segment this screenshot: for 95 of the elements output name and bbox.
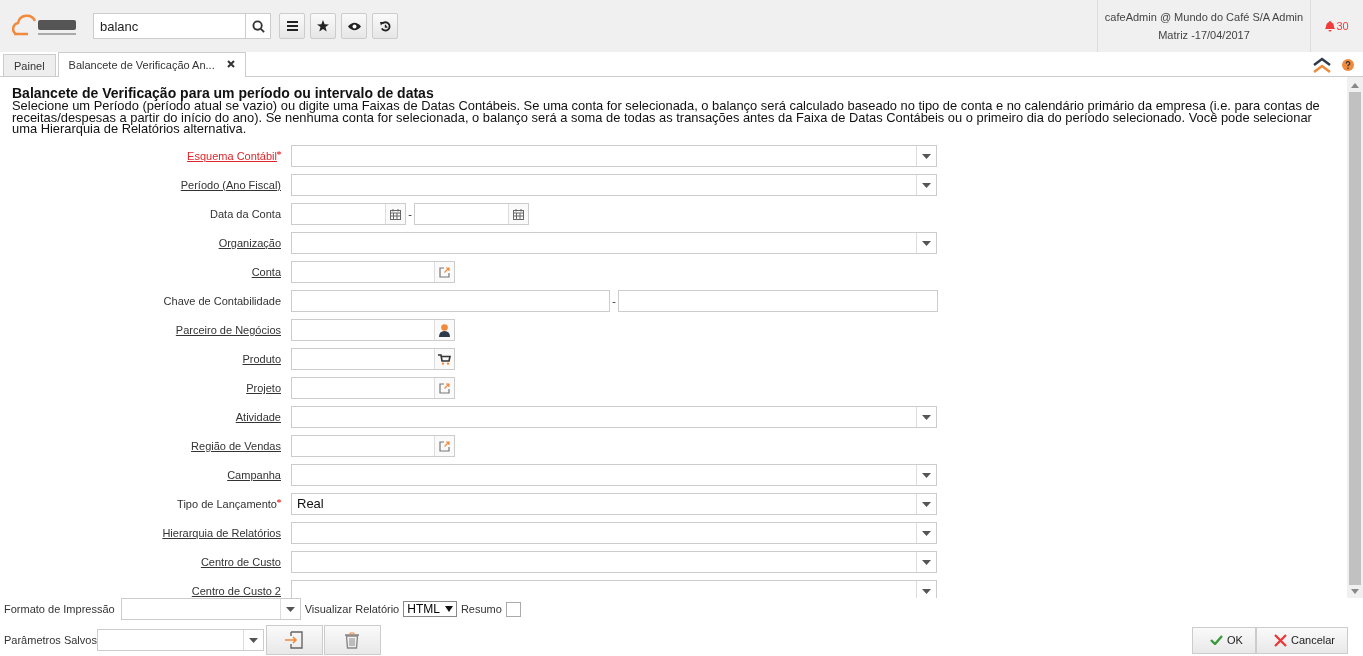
field-label[interactable]: Esquema Contábil bbox=[187, 150, 277, 162]
report-format-select[interactable]: HTML bbox=[403, 601, 457, 617]
view-button[interactable] bbox=[341, 13, 367, 39]
star-icon bbox=[317, 20, 329, 32]
user-name: cafeAdmin @ Mundo do Café S/A Admin bbox=[1104, 11, 1304, 23]
tab[interactable]: Painel bbox=[3, 54, 56, 76]
field-label[interactable]: Atividade bbox=[235, 411, 281, 423]
lookup-field[interactable] bbox=[291, 435, 455, 457]
external-link-icon bbox=[439, 382, 450, 394]
scroll-up-icon[interactable] bbox=[1351, 83, 1359, 88]
dropdown-field[interactable] bbox=[291, 464, 937, 486]
saved-params-label: Parâmetros Salvos bbox=[4, 634, 97, 646]
lookup-field[interactable] bbox=[291, 377, 455, 399]
scrollbar[interactable] bbox=[1347, 77, 1363, 598]
dropdown-field[interactable] bbox=[291, 551, 937, 573]
summary-label: Resumo bbox=[460, 603, 502, 615]
process-title: Balancete de Verificação para um período ou intervalo de datas bbox=[12, 87, 435, 100]
dropdown-field[interactable] bbox=[291, 232, 937, 254]
history-icon bbox=[379, 20, 391, 32]
date-field[interactable] bbox=[414, 203, 529, 225]
cancel-button[interactable]: Cancelar bbox=[1255, 626, 1348, 654]
delete-params-button[interactable] bbox=[323, 625, 381, 655]
tab[interactable]: Balancete de Verificação An... bbox=[57, 52, 246, 77]
save-params-button[interactable] bbox=[265, 625, 323, 655]
caret-icon bbox=[922, 472, 931, 478]
eye-icon bbox=[347, 21, 361, 31]
dropdown-field[interactable] bbox=[291, 406, 937, 428]
field-label[interactable]: Período (Ano Fiscal) bbox=[180, 179, 281, 191]
lookup-field[interactable] bbox=[291, 319, 455, 341]
bell-icon bbox=[1325, 20, 1336, 32]
print-format-label: Formato de Impressão bbox=[4, 603, 115, 615]
input-field[interactable] bbox=[291, 290, 610, 312]
close-icon bbox=[1273, 633, 1287, 647]
date-field[interactable] bbox=[291, 203, 406, 225]
help-icon[interactable] bbox=[1342, 59, 1354, 71]
caret-icon bbox=[922, 588, 931, 594]
input-field[interactable] bbox=[618, 290, 938, 312]
dropdown-field[interactable] bbox=[291, 174, 937, 196]
field-label: Tipo de Lançamento bbox=[177, 498, 277, 510]
search-icon bbox=[251, 19, 265, 33]
calendar-icon bbox=[513, 208, 524, 220]
external-link-icon bbox=[439, 266, 450, 278]
lookup-field[interactable] bbox=[291, 348, 455, 370]
caret-icon bbox=[922, 530, 931, 536]
field-label[interactable]: Conta bbox=[251, 266, 281, 278]
dropdown-field[interactable] bbox=[96, 629, 264, 651]
field-label[interactable]: Parceiro de Negócios bbox=[175, 324, 281, 336]
caret-icon bbox=[922, 240, 931, 246]
dropdown-field[interactable] bbox=[120, 598, 301, 620]
user-context: Matriz -17/04/2017 bbox=[1158, 29, 1250, 41]
search-field[interactable]: balanc bbox=[93, 13, 246, 39]
view-report-label: Visualizar Relatório bbox=[304, 603, 400, 615]
history-button[interactable] bbox=[372, 13, 398, 39]
external-link-icon bbox=[439, 440, 450, 452]
range-separator: - bbox=[611, 295, 617, 307]
process-description: Selecione um Período (período atual se vazio) ou digite uma Faixas de Datas Contábeis. Se uma conta for selecionada, o balanço será calculado baseado no tipo de conta e no calendário primário da empresa (i.e. para contas de receitas/despesas a partir do início do ano). Se nenhuma conta for selecionada, o balanço será a soma de todas as transações antes da Faixa de Datas Contábeis ou o primeiro dia do período selecionado. Você pode selecionar uma Hierarquia de Relatórios alternativa. bbox=[12, 100, 1321, 135]
menu-button[interactable] bbox=[279, 13, 305, 39]
close-icon[interactable] bbox=[226, 60, 235, 68]
range-separator: - bbox=[407, 208, 413, 220]
field-label[interactable]: Região de Vendas bbox=[191, 440, 281, 452]
cart-icon bbox=[438, 353, 451, 365]
calendar-icon bbox=[390, 208, 401, 220]
caret-icon bbox=[922, 153, 931, 159]
ok-button[interactable]: OK bbox=[1192, 626, 1256, 654]
field-label[interactable]: Campanha bbox=[227, 469, 281, 481]
dropdown-field[interactable] bbox=[291, 580, 937, 598]
summary-checkbox[interactable] bbox=[505, 601, 521, 617]
lookup-field[interactable] bbox=[291, 261, 455, 283]
field-label[interactable]: Centro de Custo bbox=[200, 556, 281, 568]
caret-icon bbox=[444, 606, 453, 612]
dropdown-field[interactable] bbox=[291, 522, 937, 544]
caret-icon bbox=[922, 182, 931, 188]
caret-icon bbox=[922, 414, 931, 420]
scroll-down-icon[interactable] bbox=[1351, 589, 1359, 594]
favorites-button[interactable] bbox=[310, 13, 336, 39]
field-label[interactable]: Produto bbox=[242, 353, 281, 365]
caret-icon bbox=[248, 637, 258, 643]
dropdown-field[interactable] bbox=[291, 145, 937, 167]
menu-icon bbox=[286, 21, 298, 31]
dropdown-field[interactable]: Real bbox=[291, 493, 937, 515]
field-label[interactable]: Organização bbox=[218, 237, 281, 249]
field-label: Chave de Contabilidade bbox=[163, 295, 281, 307]
field-label: Data da Conta bbox=[210, 208, 281, 220]
import-icon bbox=[285, 631, 304, 649]
caret-icon bbox=[922, 559, 931, 565]
field-label[interactable]: Projeto bbox=[246, 382, 281, 394]
search-button[interactable] bbox=[246, 13, 271, 39]
person-icon bbox=[439, 323, 450, 337]
check-icon bbox=[1210, 635, 1224, 645]
field-label[interactable]: Hierarquia de Relatórios bbox=[162, 527, 281, 539]
trash-icon bbox=[345, 631, 360, 649]
caret-icon bbox=[922, 501, 931, 507]
caret-icon bbox=[285, 606, 295, 612]
collapse-icon[interactable] bbox=[1312, 57, 1332, 73]
field-label[interactable]: Centro de Custo 2 bbox=[191, 585, 281, 597]
